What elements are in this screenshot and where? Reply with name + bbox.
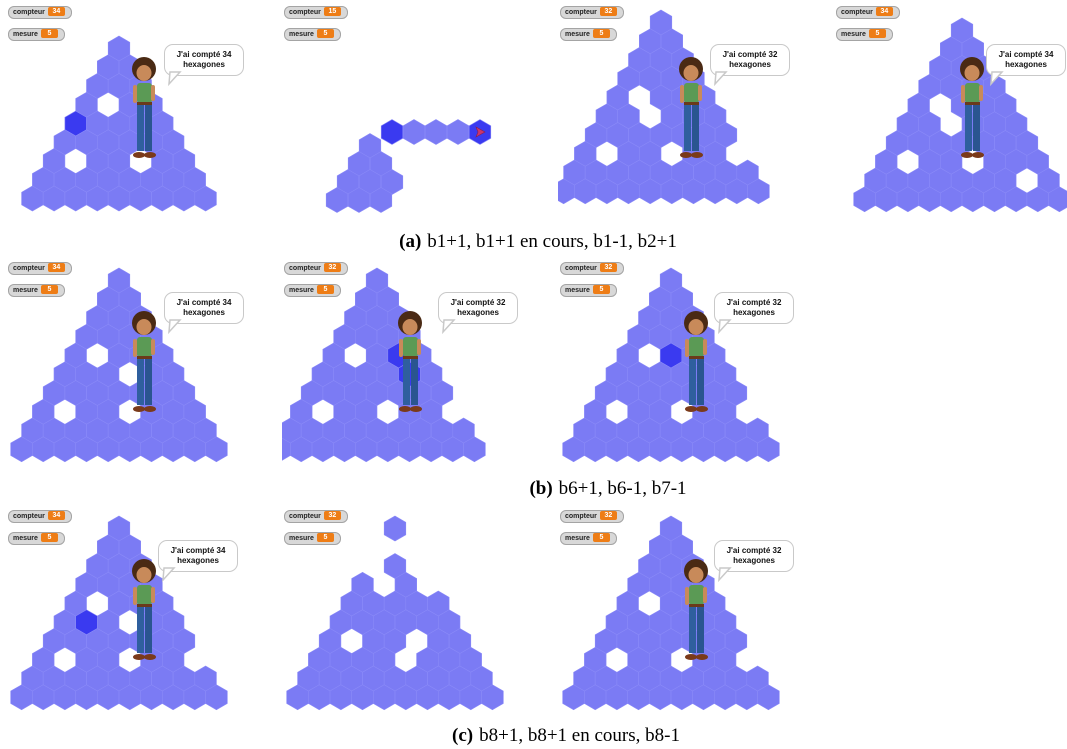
bubble-line: hexagones [733, 308, 775, 317]
hexagon [446, 119, 470, 145]
character-sprite[interactable] [678, 310, 718, 420]
caption-label: (c) [452, 725, 474, 746]
bubble-tail [442, 319, 456, 335]
bubble-line: J'ai compté 34 [176, 50, 232, 59]
bubble-tail [168, 71, 182, 87]
bubble-line: hexagones [1005, 60, 1047, 69]
figure-page: compteur 34 mesure 5 J'ai compté 34 hexagones… [0, 0, 1067, 749]
bubble-line: J'ai compté 34 [176, 298, 232, 307]
bubble-tail [162, 567, 176, 583]
character-sprite[interactable] [126, 310, 166, 420]
character-sprite[interactable] [673, 56, 713, 166]
hexagon-grid [853, 17, 1067, 213]
stage-panel[interactable]: compteur 32 mesure 5 [282, 510, 542, 725]
stage-panel[interactable]: compteur 34 mesure 5 J'ai compté 34 hexagones [834, 6, 1067, 221]
stage-panel[interactable]: compteur 34 mesure 5 J'ai compté 34 hexagones [6, 510, 266, 725]
highlighted-hexagon [380, 119, 404, 145]
bubble-line: hexagones [729, 60, 771, 69]
figure-caption: (c) b8+1, b8+1 en cours, b8-1 [452, 725, 680, 747]
stage-panel[interactable]: compteur 32 mesure 5 J'ai compté 32 hexagones [282, 262, 542, 477]
bubble-line: hexagones [457, 308, 499, 317]
figure-caption: (a) b1+1, b1+1 en cours, b1-1, b2+1 [399, 231, 677, 253]
bubble-line: J'ai compté 32 [726, 298, 782, 307]
hexagon [424, 119, 448, 145]
caption-text: b1+1, b1+1 en cours, b1-1, b2+1 [427, 231, 677, 252]
character-sprite[interactable] [392, 310, 432, 420]
bubble-tail [990, 71, 1004, 87]
stage-panel[interactable]: compteur 34 mesure 5 J'ai compté 34 hexagones [6, 6, 266, 221]
bubble-tail [718, 319, 732, 335]
caption-text: b6+1, b6-1, b7-1 [558, 478, 687, 499]
character-sprite[interactable] [126, 558, 166, 668]
hexagon-grid [286, 515, 504, 711]
bubble-line: J'ai compté 32 [450, 298, 506, 307]
stage-panel[interactable]: compteur 32 mesure 5 J'ai compté 32 hexagones [558, 6, 818, 221]
stage-panel[interactable]: compteur 32 mesure 5 J'ai compté 32 hexagones [558, 510, 818, 725]
bubble-line: hexagones [183, 308, 225, 317]
bubble-line: hexagones [183, 60, 225, 69]
stage-panel[interactable]: compteur 15 mesure 5 [282, 6, 542, 221]
hexagon [402, 119, 426, 145]
bubble-tail [168, 319, 182, 335]
hexagon [383, 515, 407, 542]
character-sprite[interactable] [678, 558, 718, 668]
stage-panel[interactable]: compteur 34 mesure 5 J'ai compté 34 hexagones [6, 262, 266, 477]
bubble-line: hexagones [177, 556, 219, 565]
bubble-line: hexagones [733, 556, 775, 565]
figure-caption: (b) b6+1, b6-1, b7-1 [529, 478, 686, 500]
caption-label: (b) [529, 478, 553, 499]
character-sprite[interactable] [126, 56, 166, 166]
caption-text: b8+1, b8+1 en cours, b8-1 [479, 725, 680, 746]
caption-label: (a) [399, 231, 422, 252]
stage-panel[interactable]: compteur 32 mesure 5 J'ai compté 32 hexagones [558, 262, 818, 477]
bubble-line: J'ai compté 34 [170, 546, 226, 555]
bubble-line: J'ai compté 32 [722, 50, 778, 59]
bubble-line: J'ai compté 32 [726, 546, 782, 555]
hexagon-grid [325, 119, 492, 213]
bubble-line: J'ai compté 34 [998, 50, 1054, 59]
bubble-tail [714, 71, 728, 87]
bubble-tail [718, 567, 732, 583]
